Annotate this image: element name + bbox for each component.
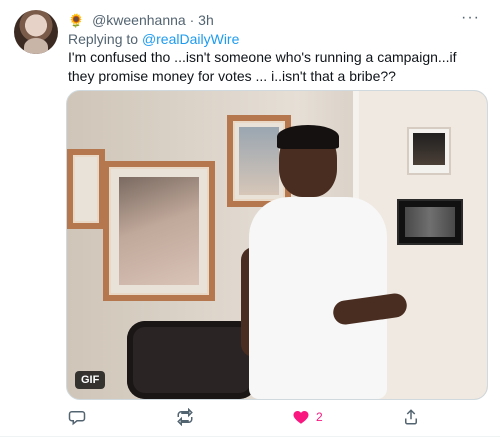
poster-picture [413,133,445,165]
retweet-button[interactable] [176,406,194,428]
person-hair [277,125,339,149]
replying-to-prefix: Replying to [68,31,142,47]
wall-frame [103,161,215,301]
like-button[interactable]: 2 [292,406,323,428]
user-handle[interactable]: @kweenhanna [92,12,186,28]
poster [407,127,451,175]
gif-media[interactable]: GIF [66,90,488,400]
like-count: 2 [316,410,323,424]
share-button[interactable] [402,406,420,428]
more-icon[interactable]: ··· [461,8,480,28]
person [241,125,409,399]
tweet[interactable]: 🌻 @kweenhanna · 3h ··· Replying to @real… [0,0,500,437]
separator-dot: · [189,12,195,28]
heart-icon [292,408,310,426]
timestamp[interactable]: 3h [198,12,214,28]
avatar[interactable] [14,10,58,54]
share-icon [402,408,420,426]
user-emoji: 🌻 [68,13,85,28]
black-frame [397,199,463,245]
tweet-text: I'm confused tho ...isn't someone who's … [68,49,457,84]
tweet-actions: 2 [68,406,468,428]
gif-badge: GIF [75,371,106,389]
reply-button[interactable] [68,406,86,428]
wall-frame [67,149,105,229]
tweet-header: 🌻 @kweenhanna · 3h ··· [68,8,480,30]
replying-to: Replying to @realDailyWire [68,30,239,48]
black-frame-picture [405,207,455,237]
reply-icon [68,408,86,426]
couch [127,321,257,399]
mention-link[interactable]: @realDailyWire [142,31,239,47]
retweet-icon [176,408,194,426]
wall-picture [119,177,199,285]
